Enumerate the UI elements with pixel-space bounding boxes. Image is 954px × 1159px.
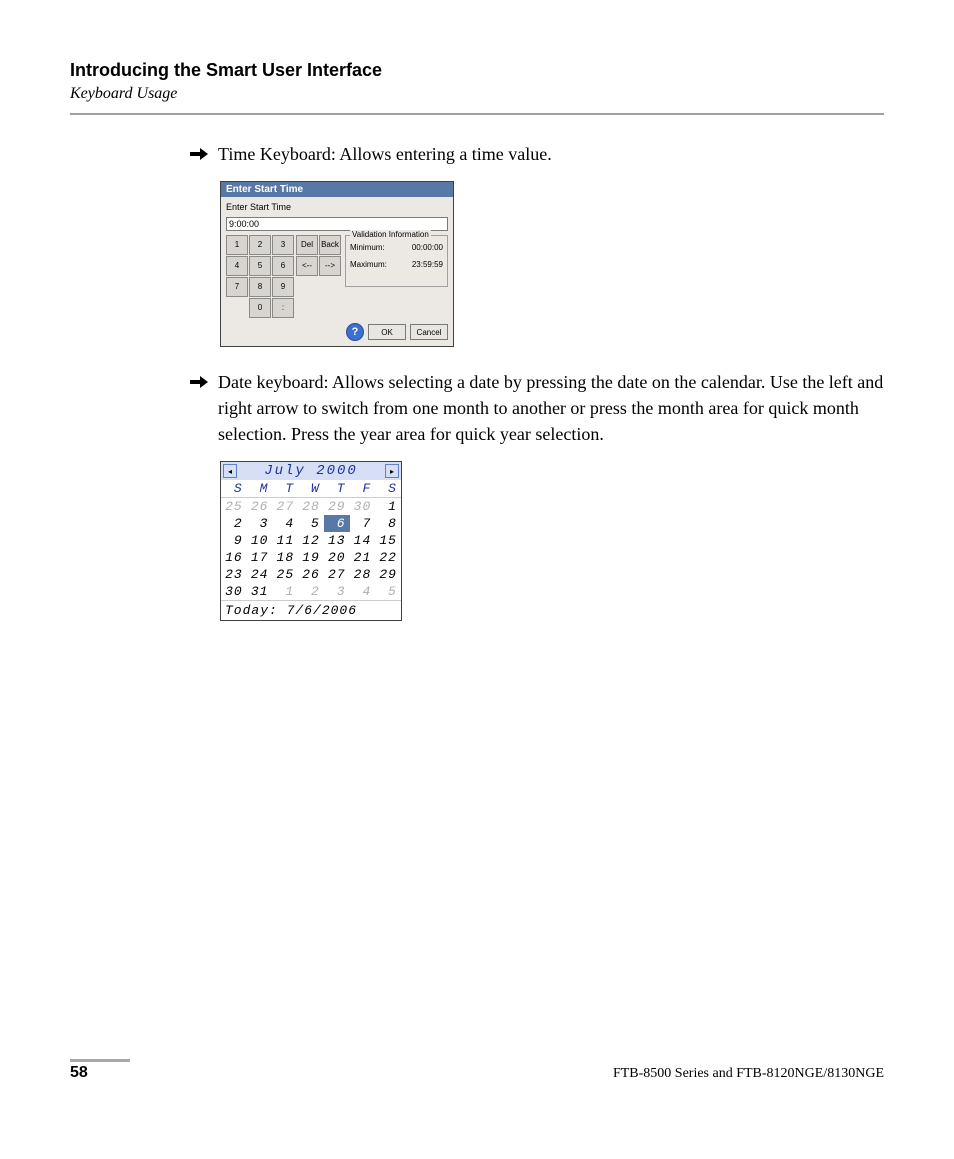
calendar-day[interactable]: 28 bbox=[350, 566, 376, 583]
calendar-day[interactable]: 3 bbox=[324, 583, 350, 600]
cancel-button[interactable]: Cancel bbox=[410, 324, 448, 340]
time-keyboard-dialog: Enter Start Time Enter Start Time 1 2 3 … bbox=[220, 181, 454, 347]
calendar-day[interactable]: 1 bbox=[375, 498, 401, 515]
bullet-arrow-icon bbox=[190, 375, 208, 389]
min-value: 00:00:00 bbox=[412, 243, 443, 252]
key-6[interactable]: 6 bbox=[272, 256, 294, 276]
bullet-text: Date keyboard: Allows selecting a date b… bbox=[218, 369, 884, 447]
calendar-day[interactable]: 2 bbox=[298, 583, 324, 600]
time-input[interactable] bbox=[226, 217, 448, 231]
key-back[interactable]: Back bbox=[319, 235, 341, 255]
calendar-day[interactable]: 27 bbox=[272, 498, 298, 515]
key-5[interactable]: 5 bbox=[249, 256, 271, 276]
key-9[interactable]: 9 bbox=[272, 277, 294, 297]
calendar-day[interactable]: 19 bbox=[298, 549, 324, 566]
calendar-day[interactable]: 6 bbox=[324, 515, 350, 532]
bullet-text: Time Keyboard: Allows entering a time va… bbox=[218, 141, 552, 167]
key-8[interactable]: 8 bbox=[249, 277, 271, 297]
calendar-day[interactable]: 23 bbox=[221, 566, 247, 583]
calendar-day[interactable]: 9 bbox=[221, 532, 247, 549]
calendar-day[interactable]: 31 bbox=[247, 583, 273, 600]
page-number: 58 bbox=[70, 1064, 88, 1082]
calendar-day[interactable]: 22 bbox=[375, 549, 401, 566]
calendar-day[interactable]: 29 bbox=[324, 498, 350, 515]
footer-rule bbox=[70, 1059, 130, 1062]
calendar-day[interactable]: 25 bbox=[272, 566, 298, 583]
calendar-day[interactable]: 30 bbox=[350, 498, 376, 515]
dow-sun: S bbox=[221, 480, 247, 498]
bullet-time-keyboard: Time Keyboard: Allows entering a time va… bbox=[190, 141, 884, 167]
key-left[interactable]: <-- bbox=[296, 256, 318, 276]
date-calendar: ◂ July 2000 ▸ S M T W T F S 252627282930… bbox=[220, 461, 402, 621]
calendar-day[interactable]: 26 bbox=[298, 566, 324, 583]
calendar-month-year[interactable]: July 2000 bbox=[264, 463, 358, 479]
calendar-day[interactable]: 17 bbox=[247, 549, 273, 566]
dialog-label: Enter Start Time bbox=[226, 201, 448, 214]
validation-legend: Validation Information bbox=[350, 230, 431, 239]
calendar-next-button[interactable]: ▸ bbox=[385, 464, 399, 478]
header-rule bbox=[70, 113, 884, 115]
calendar-day[interactable]: 14 bbox=[350, 532, 376, 549]
page-footer: 58 FTB-8500 Series and FTB-8120NGE/8130N… bbox=[70, 1059, 884, 1082]
calendar-day[interactable]: 20 bbox=[324, 549, 350, 566]
bullet-arrow-icon bbox=[190, 147, 208, 161]
key-4[interactable]: 4 bbox=[226, 256, 248, 276]
chapter-title: Introducing the Smart User Interface bbox=[70, 60, 884, 81]
help-icon[interactable]: ? bbox=[346, 323, 364, 341]
calendar-day[interactable]: 12 bbox=[298, 532, 324, 549]
calendar-day[interactable]: 26 bbox=[247, 498, 273, 515]
calendar-day[interactable]: 10 bbox=[247, 532, 273, 549]
calendar-day[interactable]: 11 bbox=[272, 532, 298, 549]
calendar-day[interactable]: 16 bbox=[221, 549, 247, 566]
dow-tue: T bbox=[272, 480, 298, 498]
calendar-day[interactable]: 21 bbox=[350, 549, 376, 566]
calendar-day[interactable]: 13 bbox=[324, 532, 350, 549]
numeric-keypad: 1 2 3 4 5 6 7 8 9 0 : bbox=[226, 235, 294, 318]
calendar-day[interactable]: 29 bbox=[375, 566, 401, 583]
key-colon[interactable]: : bbox=[272, 298, 294, 318]
dow-thu: T bbox=[324, 480, 350, 498]
section-subtitle: Keyboard Usage bbox=[70, 85, 884, 103]
calendar-day[interactable]: 2 bbox=[221, 515, 247, 532]
key-0[interactable]: 0 bbox=[249, 298, 271, 318]
calendar-day[interactable]: 3 bbox=[247, 515, 273, 532]
max-value: 23:59:59 bbox=[412, 260, 443, 269]
calendar-day[interactable]: 28 bbox=[298, 498, 324, 515]
key-right[interactable]: --> bbox=[319, 256, 341, 276]
min-label: Minimum: bbox=[350, 243, 385, 252]
calendar-day[interactable]: 24 bbox=[247, 566, 273, 583]
calendar-day[interactable]: 30 bbox=[221, 583, 247, 600]
key-1[interactable]: 1 bbox=[226, 235, 248, 255]
calendar-day[interactable]: 18 bbox=[272, 549, 298, 566]
calendar-prev-button[interactable]: ◂ bbox=[223, 464, 237, 478]
key-blank bbox=[226, 298, 248, 318]
calendar-today-label[interactable]: Today: 7/6/2006 bbox=[221, 600, 401, 620]
calendar-day[interactable]: 8 bbox=[375, 515, 401, 532]
product-line: FTB-8500 Series and FTB-8120NGE/8130NGE bbox=[613, 1066, 884, 1082]
key-3[interactable]: 3 bbox=[272, 235, 294, 255]
calendar-day[interactable]: 5 bbox=[298, 515, 324, 532]
calendar-day[interactable]: 5 bbox=[375, 583, 401, 600]
calendar-day[interactable]: 1 bbox=[272, 583, 298, 600]
key-7[interactable]: 7 bbox=[226, 277, 248, 297]
calendar-day[interactable]: 25 bbox=[221, 498, 247, 515]
max-label: Maximum: bbox=[350, 260, 387, 269]
edit-keypad: Del Back <-- --> bbox=[296, 235, 341, 318]
dialog-titlebar: Enter Start Time bbox=[221, 182, 453, 197]
ok-button[interactable]: OK bbox=[368, 324, 406, 340]
key-del[interactable]: Del bbox=[296, 235, 318, 255]
dow-sat: S bbox=[375, 480, 401, 498]
calendar-day[interactable]: 4 bbox=[350, 583, 376, 600]
key-2[interactable]: 2 bbox=[249, 235, 271, 255]
calendar-day[interactable]: 27 bbox=[324, 566, 350, 583]
dow-fri: F bbox=[350, 480, 376, 498]
dow-mon: M bbox=[247, 480, 273, 498]
calendar-day[interactable]: 4 bbox=[272, 515, 298, 532]
validation-group: Validation Information Minimum: 00:00:00… bbox=[345, 235, 448, 287]
dow-wed: W bbox=[298, 480, 324, 498]
calendar-day[interactable]: 15 bbox=[375, 532, 401, 549]
bullet-date-keyboard: Date keyboard: Allows selecting a date b… bbox=[190, 369, 884, 447]
calendar-day[interactable]: 7 bbox=[350, 515, 376, 532]
calendar-days-grid: 2526272829301234567891011121314151617181… bbox=[221, 498, 401, 600]
